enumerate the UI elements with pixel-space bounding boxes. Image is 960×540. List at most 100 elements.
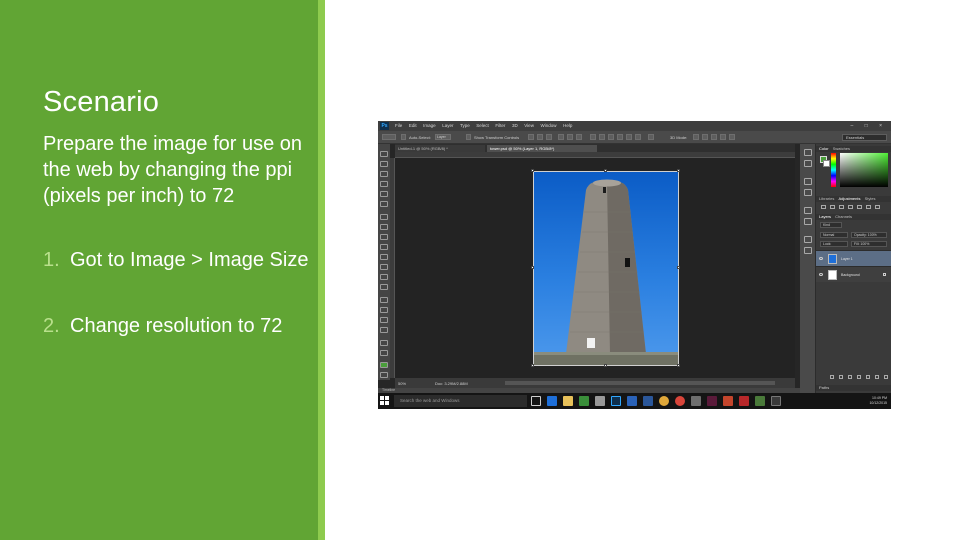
transform-handle[interactable] (531, 364, 534, 367)
move-tool-preset[interactable] (382, 134, 396, 140)
color-picker-field[interactable] (840, 153, 888, 187)
align-center-button[interactable] (567, 134, 573, 140)
tower-photo[interactable] (533, 171, 679, 366)
layer-row[interactable]: Background (816, 266, 891, 282)
tab-color[interactable]: Color (819, 146, 829, 151)
lock-controls[interactable]: Lock: (820, 241, 848, 247)
transform-handle[interactable] (604, 169, 607, 172)
visibility-eye-icon[interactable] (819, 273, 823, 276)
visibility-eye-icon[interactable] (819, 257, 823, 260)
group-icon[interactable] (866, 375, 870, 379)
eyedropper-tool-icon[interactable] (380, 201, 388, 207)
layer-kind-filter[interactable]: Kind (820, 222, 842, 228)
path-select-tool-icon[interactable] (380, 317, 388, 323)
transform-handle[interactable] (677, 266, 680, 269)
lasso-tool-icon[interactable] (380, 171, 388, 177)
vibrance-icon[interactable] (857, 205, 862, 209)
workspace-dropdown[interactable]: Essentials (842, 134, 887, 141)
exposure-icon[interactable] (848, 205, 853, 209)
hand-tool-icon[interactable] (380, 340, 388, 346)
hue-slider[interactable] (831, 153, 836, 187)
transform-handle[interactable] (677, 364, 680, 367)
browser-icon[interactable] (675, 396, 685, 406)
distribute-button[interactable] (590, 134, 596, 140)
quick-select-tool-icon[interactable] (380, 181, 388, 187)
blend-mode-dropdown[interactable]: Normal (820, 232, 848, 238)
healing-brush-tool-icon[interactable] (380, 214, 388, 220)
windows-start-icon[interactable] (380, 396, 390, 406)
paragraph-icon[interactable] (804, 218, 812, 225)
levels-icon[interactable] (830, 205, 835, 209)
brush-tool-icon[interactable] (380, 224, 388, 230)
distribute-button[interactable] (626, 134, 632, 140)
tab-paths[interactable]: Paths (816, 385, 891, 391)
curves-icon[interactable] (839, 205, 844, 209)
tab-channels[interactable]: Channels (835, 214, 852, 219)
actions-icon[interactable] (804, 160, 812, 167)
info-icon[interactable] (804, 189, 812, 196)
file-explorer-icon[interactable] (563, 396, 573, 406)
menu-view[interactable]: View (524, 123, 534, 128)
3d-roll-button[interactable] (702, 134, 708, 140)
gradient-tool-icon[interactable] (380, 264, 388, 270)
system-tray-clock[interactable]: 10:49 PM 10/12/2015 (869, 396, 887, 406)
align-top-button[interactable] (528, 134, 534, 140)
menu-file[interactable]: File (395, 123, 402, 128)
character-icon[interactable] (804, 207, 812, 214)
clone-stamp-tool-icon[interactable] (380, 234, 388, 240)
3d-slide-button[interactable] (720, 134, 726, 140)
auto-select-checkbox[interactable] (401, 134, 406, 140)
acrobat-icon[interactable] (739, 396, 749, 406)
clone-source-icon[interactable] (804, 247, 812, 254)
powerpoint-icon[interactable] (723, 396, 733, 406)
zoom-tool-icon[interactable] (380, 350, 388, 356)
rectangle-tool-icon[interactable] (380, 327, 388, 333)
menu-type[interactable]: Type (460, 123, 470, 128)
status-scrollbar[interactable] (505, 381, 775, 385)
quick-mask-icon[interactable] (380, 372, 388, 378)
brush-presets-icon[interactable] (804, 236, 812, 243)
distribute-button[interactable] (635, 134, 641, 140)
type-tool-icon[interactable] (380, 307, 388, 313)
menu-select[interactable]: Select (476, 123, 489, 128)
tab-adjustments[interactable]: Adjustments (838, 196, 860, 201)
hue-saturation-icon[interactable] (866, 205, 871, 209)
fill-field[interactable]: Fill: 100% (851, 241, 887, 247)
menu-edit[interactable]: Edit (409, 123, 417, 128)
blur-tool-icon[interactable] (380, 274, 388, 280)
align-bottom-button[interactable] (546, 134, 552, 140)
marquee-tool-icon[interactable] (380, 161, 388, 167)
transform-handle[interactable] (531, 266, 534, 269)
tab-libraries[interactable]: Libraries (819, 196, 834, 201)
move-tool-icon[interactable] (380, 151, 388, 157)
transform-handle[interactable] (677, 169, 680, 172)
properties-icon[interactable] (804, 178, 812, 185)
brightness-icon[interactable] (821, 205, 826, 209)
background-swatch[interactable] (823, 160, 830, 167)
chrome-icon[interactable] (659, 396, 669, 406)
media-encoder-icon[interactable] (707, 396, 717, 406)
layer-row[interactable]: Layer 1 (816, 250, 891, 266)
history-icon[interactable] (804, 149, 812, 156)
color-balance-icon[interactable] (875, 205, 880, 209)
distribute-button[interactable] (608, 134, 614, 140)
pen-tool-icon[interactable] (380, 297, 388, 303)
app-icon[interactable] (771, 396, 781, 406)
zoom-level[interactable]: 50% (398, 381, 406, 386)
app-icon[interactable] (691, 396, 701, 406)
3d-scale-button[interactable] (729, 134, 735, 140)
tab-swatches[interactable]: Swatches (833, 146, 850, 151)
align-left-button[interactable] (558, 134, 564, 140)
tab-layers[interactable]: Layers (819, 214, 831, 219)
3d-drag-button[interactable] (711, 134, 717, 140)
menu-help[interactable]: Help (563, 123, 572, 128)
adjustment-layer-icon[interactable] (857, 375, 861, 379)
show-transform-checkbox[interactable] (466, 134, 471, 140)
3d-orbit-button[interactable] (693, 134, 699, 140)
foreground-color-icon[interactable] (380, 362, 388, 368)
task-view-icon[interactable] (531, 396, 541, 406)
store-icon[interactable] (579, 396, 589, 406)
app-icon[interactable] (755, 396, 765, 406)
outlook-icon[interactable] (627, 396, 637, 406)
layer-style-icon[interactable] (839, 375, 843, 379)
